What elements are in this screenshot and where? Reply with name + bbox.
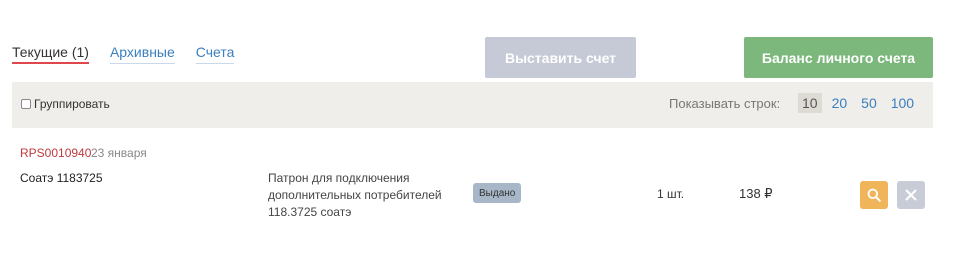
rows-option-50[interactable]: 50	[857, 93, 881, 113]
group-checkbox[interactable]	[21, 99, 31, 109]
order-quantity: 1 шт.	[657, 187, 685, 201]
magnifier-icon	[867, 188, 881, 202]
order-date: 23 января	[91, 146, 147, 160]
status-badge: Выдано	[473, 183, 522, 203]
order-id-link[interactable]: RPS0010940	[20, 146, 91, 160]
account-balance-button[interactable]: Баланс личного счета	[744, 37, 933, 78]
rows-option-100[interactable]: 100	[887, 93, 918, 113]
order-description: Патрон для подключения дополнительных по…	[268, 170, 448, 221]
tab-current[interactable]: Текущие (1)	[12, 44, 89, 64]
description-line: 118.3725 соатэ	[268, 205, 352, 219]
list-toolbar: Группировать Показывать строк: 10 20 50 …	[12, 82, 933, 128]
order-price: 138 ₽	[739, 186, 773, 201]
rows-option-10[interactable]: 10	[798, 93, 822, 113]
description-line: дополнительных потребителей	[268, 188, 442, 202]
rows-option-20[interactable]: 20	[828, 93, 852, 113]
delete-order-button[interactable]	[897, 181, 925, 209]
view-order-button[interactable]	[860, 181, 888, 209]
group-toggle[interactable]: Группировать	[21, 97, 110, 111]
group-label: Группировать	[34, 97, 110, 111]
description-line: Патрон для подключения	[268, 171, 410, 185]
order-account: Соатэ 1183725	[20, 171, 103, 185]
order-tabs: Текущие (1) Архивные Счета	[12, 44, 235, 64]
tab-invoices[interactable]: Счета	[195, 44, 235, 64]
rows-per-page-label: Показывать строк:	[669, 96, 781, 111]
rows-per-page-options: 10 20 50 100	[798, 93, 918, 113]
close-icon	[905, 189, 917, 201]
tab-archived[interactable]: Архивные	[109, 44, 175, 64]
issue-invoice-button[interactable]: Выставить счет	[485, 37, 636, 78]
